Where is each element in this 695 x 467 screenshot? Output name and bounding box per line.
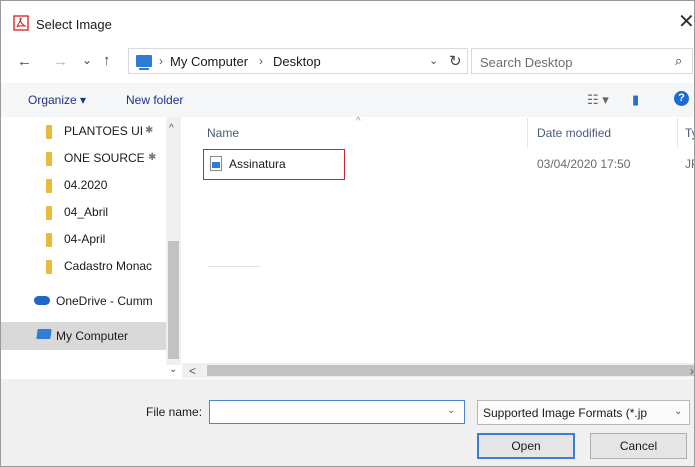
image-file-icon — [210, 156, 222, 171]
search-input[interactable]: Search Desktop — [480, 55, 573, 70]
column-header-type[interactable]: Ty — [685, 126, 694, 140]
address-bar[interactable]: › My Computer › Desktop ⌄ ↻ — [128, 48, 468, 74]
sidebar-item-label: PLANTOES UI — [64, 124, 144, 138]
folder-icon — [46, 125, 52, 139]
sort-ascending-icon: ^ — [356, 116, 361, 127]
sidebar-item-label: Cadastro Monac — [64, 259, 153, 273]
sidebar-item-label: ONE SOURCE — [64, 151, 145, 165]
scroll-left-arrow-icon[interactable]: < — [189, 364, 196, 378]
window-title: Select Image — [36, 17, 112, 32]
sidebar-item-04-april[interactable]: 04-April — [1, 226, 166, 252]
up-button[interactable]: ↑ — [103, 53, 111, 69]
sidebar-item-label: 04.2020 — [64, 178, 108, 192]
breadcrumb-desktop[interactable]: Desktop — [273, 54, 321, 69]
folder-icon — [46, 260, 52, 274]
file-name: Assinatura — [229, 157, 286, 171]
refresh-icon[interactable]: ↻ — [449, 52, 462, 70]
preview-pane-icon[interactable]: ▮ — [632, 92, 639, 108]
column-header-date-modified[interactable]: Date modified — [537, 126, 611, 140]
sidebar-item-plantoes[interactable]: PLANTOES UI ✱ — [1, 118, 166, 144]
file-type-select[interactable]: Supported Image Formats (*.jp ⌄ — [477, 400, 690, 425]
column-divider[interactable] — [527, 118, 528, 148]
organize-menu-button[interactable]: Organize ▾ — [28, 93, 86, 107]
address-dropdown-chevron-icon[interactable]: ⌄ — [429, 54, 438, 67]
sidebar-item-cadastro[interactable]: Cadastro Monac — [1, 253, 166, 279]
cancel-button[interactable]: Cancel — [590, 433, 687, 459]
sidebar-item-onedrive[interactable]: OneDrive - Cumm — [1, 288, 166, 314]
pin-icon: ✱ — [148, 152, 157, 163]
sidebar-item-my-computer[interactable]: My Computer — [1, 322, 166, 350]
sidebar-item-one-source[interactable]: ONE SOURCE ✱ — [1, 145, 166, 171]
divider — [208, 266, 260, 267]
sidebar-item-label: My Computer — [56, 329, 129, 343]
sidebar-item-label: 04_Abril — [64, 205, 109, 219]
sidebar-item-04-2020[interactable]: 04.2020 — [1, 172, 166, 198]
file-list-scroll-thumb[interactable] — [207, 365, 694, 376]
scroll-down-arrow-icon[interactable]: ⌄ — [169, 364, 177, 375]
nav-pane-scroll-thumb[interactable] — [168, 241, 179, 359]
select-image-dialog: Select Image ✕ ← → ⌄ ↑ › My Computer › D… — [0, 0, 695, 467]
breadcrumb-separator[interactable]: › — [159, 54, 163, 68]
breadcrumb-my-computer[interactable]: My Computer — [170, 54, 248, 69]
folder-icon — [46, 206, 52, 220]
file-type: JP — [685, 157, 694, 171]
pdf-app-icon — [13, 15, 29, 31]
file-type-value: Supported Image Formats (*.jp — [483, 406, 648, 420]
file-date-modified: 03/04/2020 17:50 — [537, 157, 631, 171]
file-name-input[interactable] — [209, 400, 465, 424]
new-folder-button[interactable]: New folder — [126, 93, 183, 107]
sidebar-item-label: 04-April — [64, 232, 106, 246]
folder-icon — [46, 179, 52, 193]
help-icon[interactable]: ? — [674, 91, 689, 106]
computer-icon — [136, 55, 152, 70]
close-button[interactable]: ✕ — [678, 12, 694, 32]
open-button[interactable]: Open — [477, 433, 575, 459]
onedrive-cloud-icon — [34, 296, 50, 305]
scroll-up-arrow-icon[interactable]: ^ — [169, 123, 174, 134]
folder-icon — [46, 152, 52, 166]
computer-icon — [36, 329, 52, 339]
forward-button[interactable]: → — [53, 54, 68, 70]
breadcrumb-separator[interactable]: › — [259, 54, 263, 68]
sidebar-item-04-abril[interactable]: 04_Abril — [1, 199, 166, 225]
column-header-name[interactable]: Name — [207, 126, 239, 140]
sidebar-item-label: OneDrive - Cumm — [56, 294, 153, 308]
chevron-down-icon: ⌄ — [674, 406, 683, 417]
file-name-dropdown-chevron-icon[interactable]: ⌄ — [447, 405, 455, 416]
folder-icon — [46, 233, 52, 247]
recent-locations-button[interactable]: ⌄ — [82, 52, 92, 68]
view-options-icon[interactable]: ☷ ▾ — [587, 92, 609, 108]
column-divider[interactable] — [677, 118, 678, 148]
search-icon[interactable]: ⌕ — [675, 53, 682, 69]
back-button[interactable]: ← — [17, 54, 32, 70]
file-name-label: File name: — [146, 405, 203, 419]
pin-icon: ✱ — [145, 125, 154, 136]
file-item-assinatura[interactable]: Assinatura — [203, 149, 345, 180]
search-box[interactable]: Search Desktop ⌕ — [471, 48, 693, 74]
scroll-right-arrow-icon[interactable]: › — [690, 364, 694, 378]
